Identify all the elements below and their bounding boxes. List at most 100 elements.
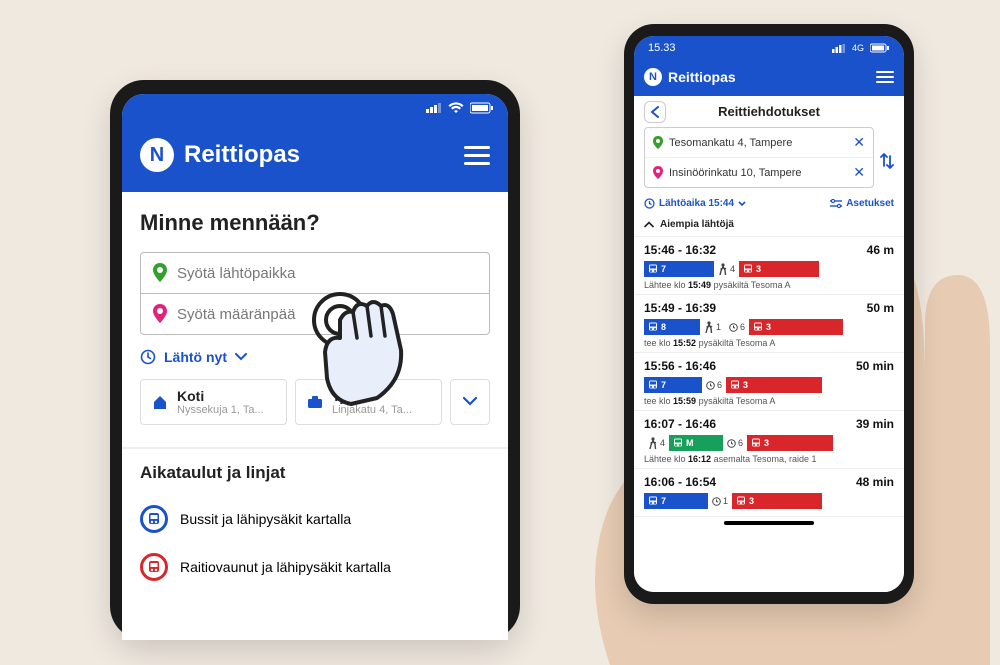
settings-label: Asetukset: [846, 198, 894, 209]
duration: 50 min: [856, 359, 894, 373]
chevron-down-icon: [235, 353, 247, 361]
bus-leg: 7: [644, 377, 702, 393]
briefcase-icon: [306, 393, 324, 411]
tram-leg: 3: [739, 261, 819, 277]
time-range: 16:07 - 16:46: [644, 417, 716, 431]
line-label: Raitiovaunut ja lähipysäkit kartalla: [180, 559, 391, 575]
page-heading: Minne mennään?: [140, 210, 490, 236]
tram-leg: 3: [726, 377, 822, 393]
network-label: 4G: [852, 43, 864, 53]
menu-button[interactable]: [876, 71, 894, 83]
bus-leg: 8: [644, 319, 700, 335]
route-result[interactable]: 15:56 - 16:46 50 min 763 tee klo 15:59 pys…: [634, 353, 904, 411]
settings-button[interactable]: Asetukset: [830, 198, 894, 209]
clear-destination-button[interactable]: ✕: [853, 164, 865, 181]
line-label: Bussit ja lähipysäkit kartalla: [180, 511, 351, 527]
favorites-expand-button[interactable]: [450, 379, 490, 425]
favorite-work-label: Työ: [332, 388, 412, 404]
leg-bar: 743: [644, 261, 894, 277]
destination-pin-icon: [153, 304, 167, 324]
device-small: 15.33 4G N Reittiopas Reittiehdotukset: [624, 24, 914, 604]
brand-logo: N: [644, 68, 662, 86]
chevron-down-icon: [463, 397, 477, 407]
walk-leg: 4: [644, 437, 669, 449]
nearby-bus-row[interactable]: Bussit ja lähipysäkit kartalla: [140, 495, 490, 543]
departure-time-button[interactable]: Lähtö nyt: [140, 349, 490, 365]
time-selector-button[interactable]: Lähtöaika 15:44: [644, 198, 746, 209]
clock-icon: [644, 198, 655, 209]
origin-pin-icon: [153, 263, 167, 283]
origin-value: Tesomankatu 4, Tampere: [669, 137, 847, 149]
leg-bar: 8163: [644, 319, 894, 335]
favorite-home-sub: Nyssekuja 1, Ta...: [177, 404, 264, 416]
destination-pin-icon: [653, 166, 663, 180]
sliders-icon: [830, 199, 842, 209]
leg-bar: 713: [644, 493, 894, 509]
wifi-icon: [448, 102, 464, 114]
nearby-tram-row[interactable]: Raitiovaunut ja lähipysäkit kartalla: [140, 543, 490, 591]
home-indicator: [724, 521, 814, 525]
route-result[interactable]: 16:07 - 16:4639 min 4M63Lähtee klo 16:12…: [634, 411, 904, 469]
destination-field[interactable]: Insinöörinkatu 10, Tampere ✕: [645, 158, 873, 187]
wait-leg: 6: [723, 438, 747, 448]
departure-info: Lähtee klo 16:12 asemalta Tesoma, raide …: [644, 454, 894, 464]
destination-value: Insinöörinkatu 10, Tampere: [669, 167, 847, 179]
menu-button[interactable]: [464, 146, 490, 165]
departure-info: tee klo 15:59 pysäkiltä Tesoma A: [644, 396, 894, 406]
duration: 48 min: [856, 475, 894, 489]
leg-bar: 763: [644, 377, 894, 393]
favorite-work[interactable]: Työ Linjakatu 4, Ta...: [295, 379, 442, 425]
brand: N Reittiopas: [644, 68, 736, 86]
brand-logo: N: [140, 138, 174, 172]
time-range: 15:46 - 16:32: [644, 243, 716, 257]
battery-icon: [870, 43, 890, 53]
duration: 46 m: [867, 243, 894, 257]
clock-icon: [140, 349, 156, 365]
bus-leg: 7: [644, 261, 714, 277]
walk-leg: 1: [700, 321, 725, 333]
favorite-home[interactable]: Koti Nyssekuja 1, Ta...: [140, 379, 287, 425]
signal-icon: [832, 44, 846, 53]
route-result[interactable]: 15:49 - 16:3950 m 8163tee klo 15:52 pysä…: [634, 295, 904, 353]
search-box: Syötä lähtöpaikka Syötä määränpää: [140, 252, 490, 335]
tram-leg: 3: [747, 435, 833, 451]
earlier-departures-button[interactable]: Aiempia lähtöjä: [634, 215, 904, 237]
tram-leg: 3: [732, 493, 822, 509]
destination-input[interactable]: Syötä määränpää: [140, 293, 490, 335]
divider: [122, 447, 508, 449]
route-result[interactable]: 16:06 - 16:5448 min 713: [634, 469, 904, 517]
origin-pin-icon: [653, 136, 663, 150]
swap-icon: [880, 152, 894, 170]
swap-button[interactable]: [880, 152, 894, 170]
origin-input[interactable]: Syötä lähtöpaikka: [140, 252, 490, 293]
origin-placeholder: Syötä lähtöpaikka: [177, 265, 295, 282]
route-result[interactable]: 15:46 - 16:32 46 m 743 Lähtee klo 15:49 py…: [634, 237, 904, 295]
time-range: 15:56 - 16:46: [644, 359, 716, 373]
status-time: 15.33: [648, 42, 676, 54]
brand-name: Reittiopas: [184, 141, 300, 169]
battery-icon: [470, 102, 494, 114]
departure-info: tee klo 15:52 pysäkiltä Tesoma A: [644, 338, 894, 348]
brand-name: Reittiopas: [668, 69, 736, 85]
tram-icon: [140, 553, 168, 581]
chevron-left-icon: [650, 106, 660, 118]
device-large: N Reittiopas Minne mennään? Syötä lähtöp…: [110, 80, 520, 640]
back-button[interactable]: [644, 101, 666, 123]
bus-leg: 7: [644, 493, 708, 509]
origin-field[interactable]: Tesomankatu 4, Tampere ✕: [645, 128, 873, 158]
duration: 39 min: [856, 417, 894, 431]
tram-leg: 3: [749, 319, 843, 335]
wait-leg: 1: [708, 496, 732, 506]
time-label: Lähtöaika 15:44: [659, 198, 734, 209]
departure-info: Lähtee klo 15:49 pysäkiltä Tesoma A: [644, 280, 894, 290]
earlier-label: Aiempia lähtöjä: [660, 219, 734, 230]
chevron-up-icon: [644, 221, 654, 228]
departure-label: Lähtö nyt: [164, 349, 227, 365]
clear-origin-button[interactable]: ✕: [853, 134, 865, 151]
time-range: 15:49 - 16:39: [644, 301, 716, 315]
chevron-down-icon: [738, 201, 746, 207]
home-icon: [151, 393, 169, 411]
brand: N Reittiopas: [140, 138, 300, 172]
status-bar: [122, 94, 508, 122]
bus-icon: [140, 505, 168, 533]
